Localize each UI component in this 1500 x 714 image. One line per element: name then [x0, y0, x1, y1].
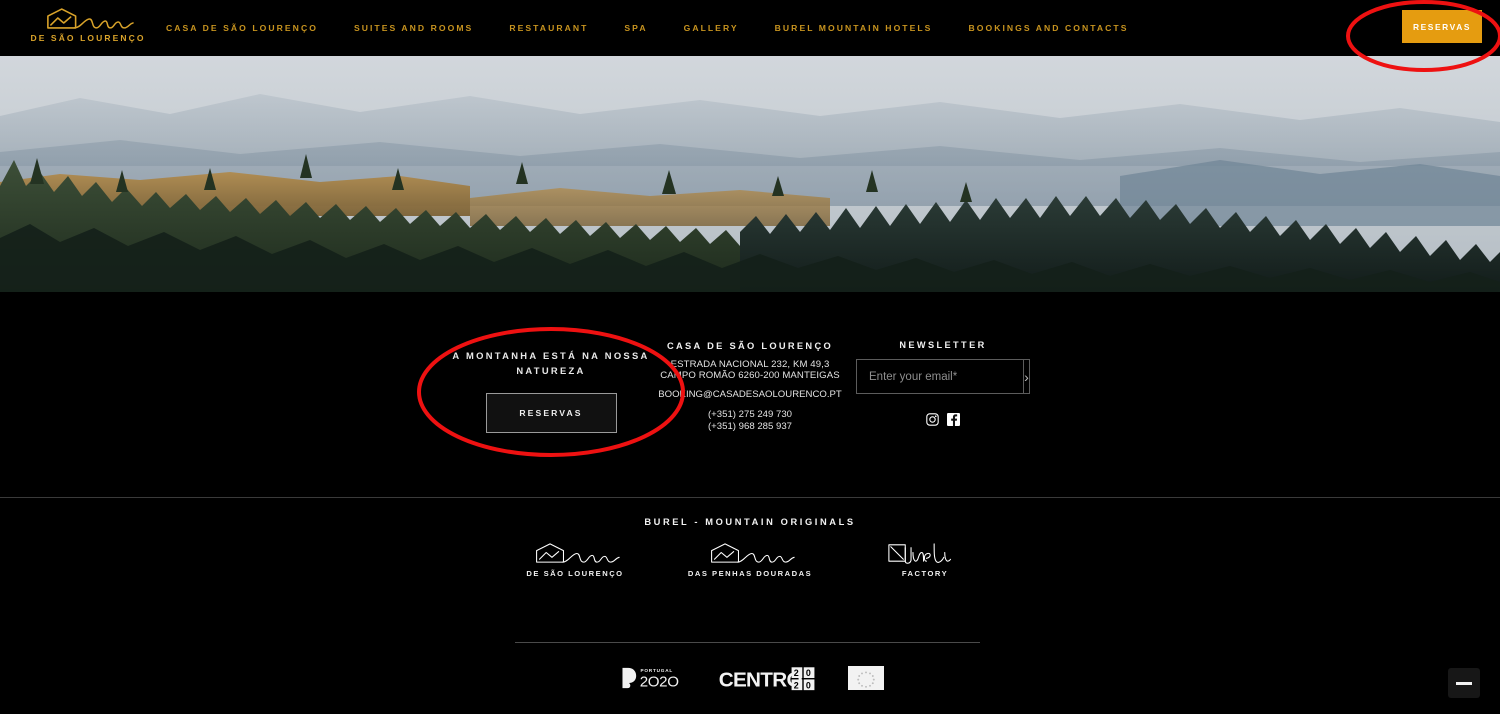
facebook-icon[interactable]: [947, 413, 960, 426]
svg-text:2: 2: [794, 668, 799, 678]
svg-text:2: 2: [794, 680, 799, 690]
footer-tagline-column: A MONTANHA ESTÁ NA NOSSA NATUREZA RESERV…: [440, 348, 662, 433]
casa-house-script-icon: [47, 8, 134, 29]
logo-subtitle: DE SÃO LOURENÇO: [30, 33, 146, 43]
footer-address-line-1: ESTRADA NACIONAL 232, KM 49,3: [670, 359, 830, 370]
funding-divider: [515, 642, 980, 643]
nav-item-suites-and-rooms[interactable]: SUITES AND ROOMS: [354, 23, 473, 33]
nav-item-restaurant[interactable]: RESTAURANT: [509, 23, 588, 33]
portugal-kicker: PORTUGAL: [640, 668, 673, 673]
nav-item-bookings-and-contacts[interactable]: BOOKINGS AND CONTACTS: [968, 23, 1128, 33]
centro-label: CENTRO: [719, 668, 803, 691]
hero-banner: [0, 56, 1500, 292]
main-navigation: CASA DE SÃO LOURENÇO SUITES AND ROOMS RE…: [166, 0, 1129, 56]
brand-label-1: DE SÃO LOURENÇO: [526, 569, 624, 578]
minimize-dash-icon: [1456, 681, 1472, 685]
casa-script-icon: [711, 543, 795, 563]
portugal-2020-logo: PORTUGAL 2O2O: [622, 667, 680, 690]
nav-item-gallery[interactable]: GALLERY: [684, 23, 739, 33]
brand-logo-row: DE SÃO LOURENÇO DAS PENHAS DOURADAS FACT…: [500, 540, 1000, 578]
funding-logos: PORTUGAL 2O2O CENTRO 2 0 2 0: [0, 655, 1500, 700]
site-logo[interactable]: DE SÃO LOURENÇO: [30, 6, 146, 43]
portugal-year: 2O2O: [640, 673, 679, 690]
header-reservas-button[interactable]: RESERVAS: [1402, 10, 1482, 43]
svg-text:0: 0: [806, 668, 811, 678]
casa-script-icon: [536, 543, 620, 563]
instagram-icon[interactable]: [926, 413, 939, 426]
footer-contact-column: CASA DE SÃO LOURENÇO ESTRADA NACIONAL 23…: [655, 341, 845, 433]
centro-2020-logo: CENTRO 2 0 2 0: [719, 666, 815, 691]
nav-item-burel-mountain-hotels[interactable]: BUREL MOUNTAIN HOTELS: [775, 23, 933, 33]
svg-text:0: 0: [806, 680, 811, 690]
brand-burel-factory[interactable]: FACTORY: [850, 540, 1000, 578]
newsletter-form: ›: [856, 359, 1030, 394]
footer-main: A MONTANHA ESTÁ NA NOSSA NATUREZA RESERV…: [0, 292, 1500, 497]
brand-casa-das-penhas-douradas[interactable]: DAS PENHAS DOURADAS: [675, 540, 825, 578]
site-header: DE SÃO LOURENÇO CASA DE SÃO LOURENÇO SUI…: [0, 0, 1500, 56]
footer-reservas-button[interactable]: RESERVAS: [485, 393, 617, 433]
nav-item-spa[interactable]: SPA: [624, 23, 647, 33]
brands-section: BUREL - MOUNTAIN ORIGINALS DE SÃO LOUREN…: [0, 498, 1500, 638]
footer-contact-title: CASA DE SÃO LOURENÇO: [666, 341, 833, 351]
footer-phone-2[interactable]: (+351) 968 285 937: [655, 421, 845, 433]
social-links: [856, 413, 1030, 426]
newsletter-email-input[interactable]: [857, 360, 1023, 393]
burel-script-icon: [888, 543, 952, 564]
newsletter-submit-button[interactable]: ›: [1023, 360, 1029, 393]
brands-title: BUREL - MOUNTAIN ORIGINALS: [644, 517, 856, 527]
european-union-flag: [848, 665, 884, 690]
hero-landscape-image: [0, 56, 1500, 292]
nav-item-casa-de-sao-lourenco[interactable]: CASA DE SÃO LOURENÇO: [166, 23, 318, 33]
newsletter-title: NEWSLETTER: [899, 340, 987, 350]
footer-address-line-2: CAMPO ROMÃO 6260-200 MANTEIGAS: [660, 370, 840, 381]
footer-newsletter-column: NEWSLETTER ›: [856, 340, 1030, 426]
brand-label-3: FACTORY: [901, 569, 949, 578]
footer-phone-1[interactable]: (+351) 275 249 730: [655, 409, 845, 421]
brand-casa-de-sao-lourenco[interactable]: DE SÃO LOURENÇO: [500, 540, 650, 578]
brand-label-2: DAS PENHAS DOURADAS: [687, 569, 813, 578]
footer-tagline: A MONTANHA ESTÁ NA NOSSA NATUREZA: [452, 350, 650, 376]
footer-email-link[interactable]: BOOKING@CASADESAOLOURENCO.PT: [655, 389, 845, 400]
minimize-widget-button[interactable]: [1448, 668, 1480, 698]
